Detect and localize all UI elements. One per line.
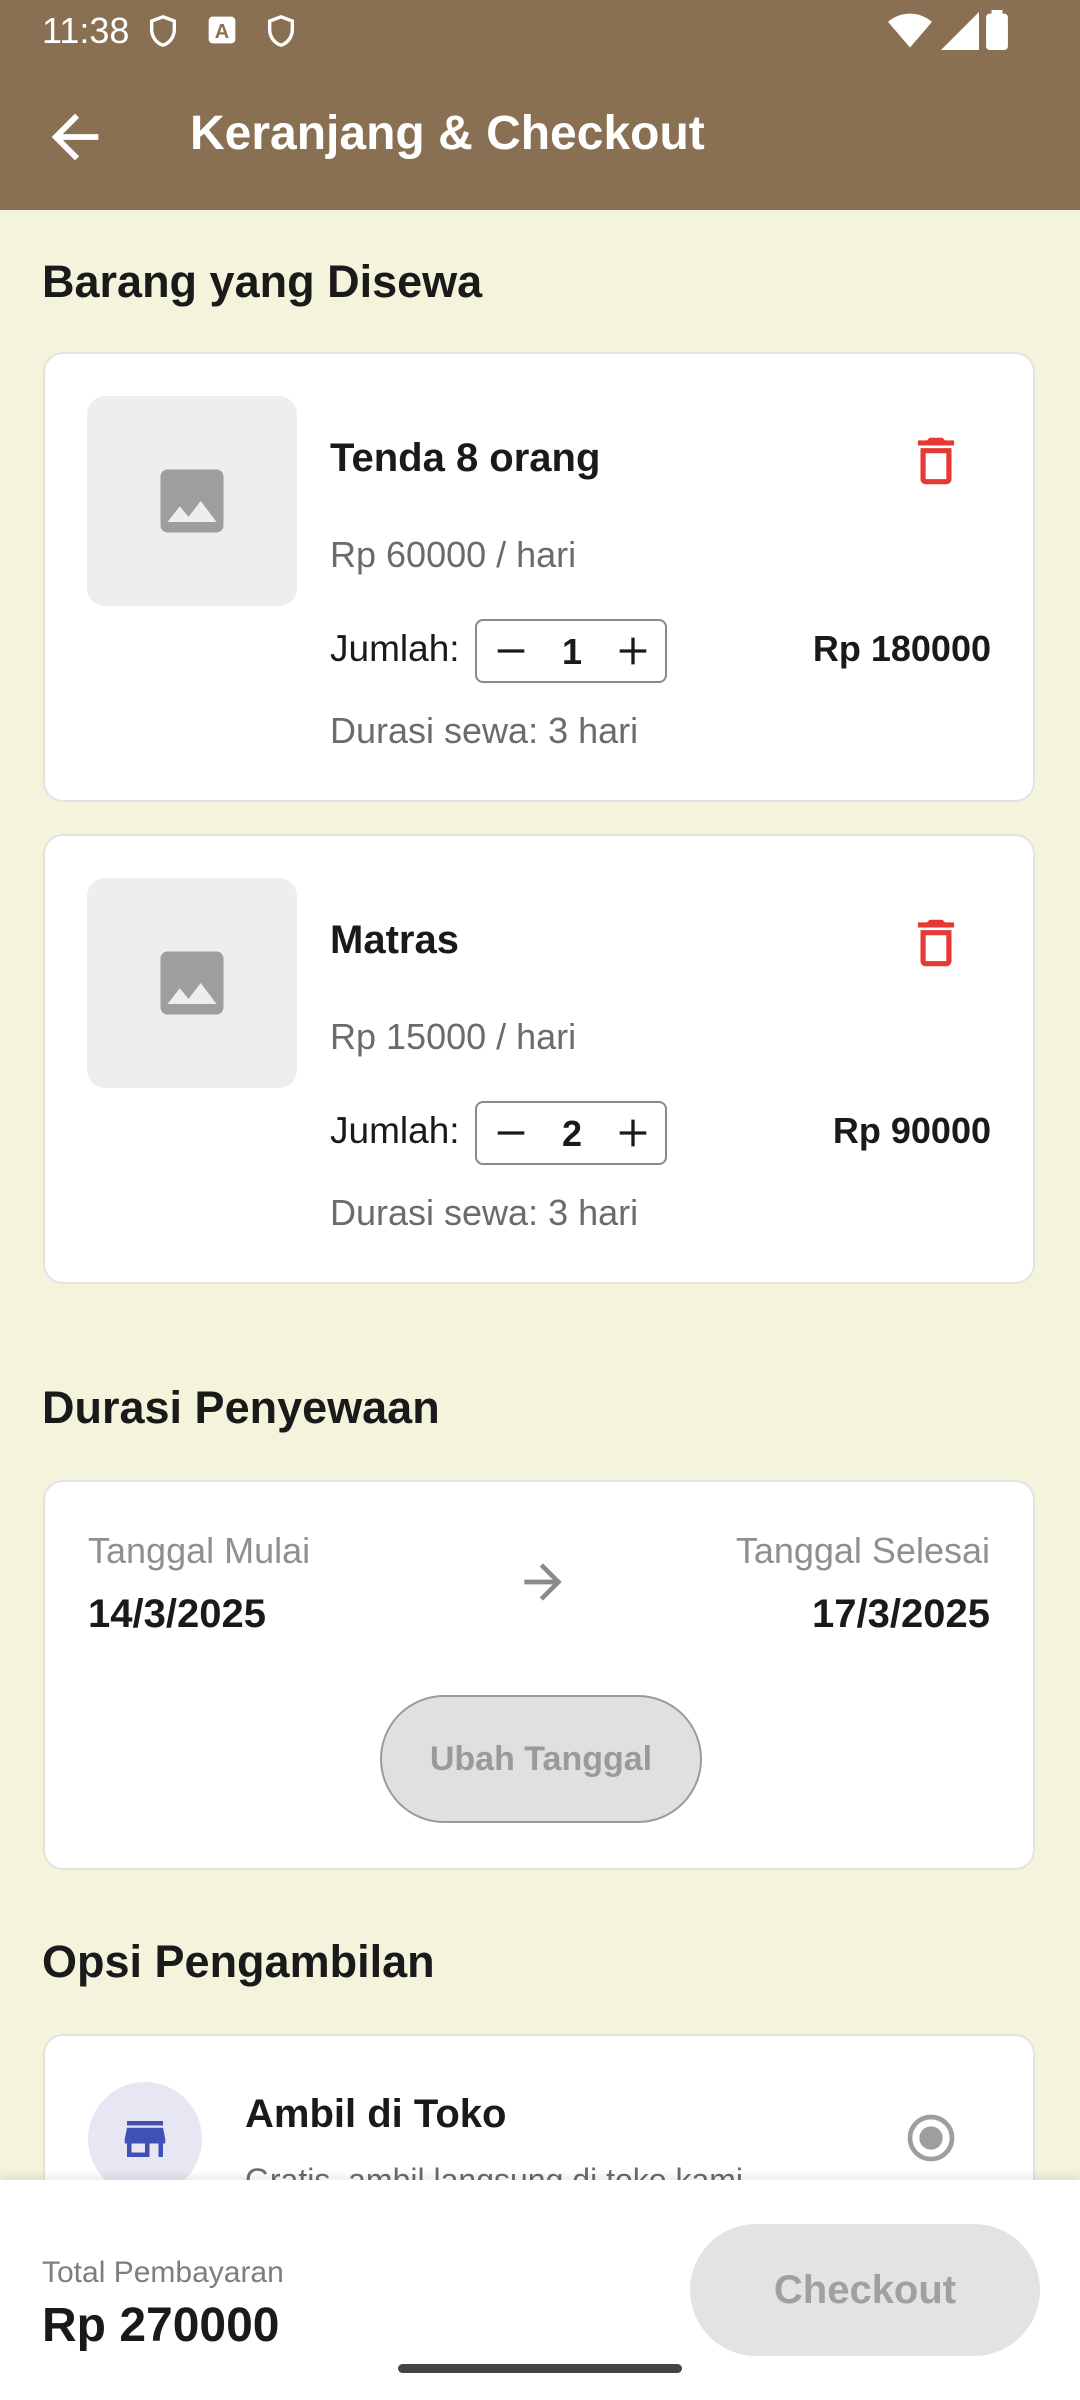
quantity-value: 2 (561, 1113, 583, 1154)
status-bar: 11:38 A (0, 0, 1080, 62)
minus-icon[interactable] (491, 1113, 531, 1153)
a-badge-icon: A (208, 16, 236, 44)
cart-item-card: Matras Rp 15000 / hari Jumlah: 2 Rp 9000… (43, 834, 1035, 1284)
item-image-placeholder (87, 878, 297, 1088)
radio-selected-icon[interactable] (903, 2110, 959, 2166)
wifi-icon (888, 13, 932, 48)
image-icon (160, 469, 224, 533)
item-name: Matras (330, 918, 459, 962)
quantity-stepper: 1 (475, 619, 667, 683)
cart-item-card: Tenda 8 orang Rp 60000 / hari Jumlah: 1 … (43, 352, 1035, 802)
items-section-title: Barang yang Disewa (42, 256, 483, 307)
quantity-value: 1 (561, 631, 583, 672)
item-duration: Durasi sewa: 3 hari (330, 710, 639, 751)
gesture-bar (398, 2364, 682, 2373)
end-date-label: Tanggal Selesai (735, 1530, 990, 1571)
page-title: Keranjang & Checkout (190, 107, 705, 160)
plus-icon[interactable] (613, 631, 653, 671)
store-icon-circle (88, 2082, 202, 2196)
start-date-value: 14/3/2025 (88, 1592, 266, 1636)
store-icon (124, 2121, 166, 2157)
total-label: Total Pembayaran (42, 2256, 284, 2289)
pickup-option-title: Ambil di Toko (245, 2092, 507, 2136)
image-icon (160, 951, 224, 1015)
signal-icon (941, 12, 979, 50)
start-date-label: Tanggal Mulai (88, 1530, 311, 1571)
delete-icon[interactable] (905, 430, 967, 492)
shield-outline-icon (267, 15, 295, 47)
pickup-section-title: Opsi Pengambilan (42, 1936, 435, 1987)
delete-icon[interactable] (905, 912, 967, 974)
app-bar: Keranjang & Checkout (0, 62, 1080, 210)
back-arrow-icon[interactable] (40, 102, 110, 172)
checkout-button[interactable]: Checkout (690, 2224, 1040, 2356)
item-price: Rp 60000 / hari (330, 534, 577, 575)
plus-icon[interactable] (613, 1113, 653, 1153)
total-value: Rp 270000 (42, 2299, 280, 2352)
end-date-value: 17/3/2025 (812, 1592, 990, 1636)
item-price: Rp 15000 / hari (330, 1016, 577, 1057)
status-time: 11:38 (42, 10, 130, 51)
item-image-placeholder (87, 396, 297, 606)
quantity-stepper: 2 (475, 1101, 667, 1165)
item-duration: Durasi sewa: 3 hari (330, 1192, 639, 1233)
quantity-label: Jumlah: (330, 1110, 460, 1151)
quantity-label: Jumlah: (330, 628, 460, 669)
item-subtotal: Rp 90000 (832, 1110, 991, 1151)
battery-icon (986, 10, 1008, 50)
minus-icon[interactable] (491, 631, 531, 671)
item-subtotal: Rp 180000 (812, 628, 991, 669)
duration-section-title: Durasi Penyewaan (42, 1382, 440, 1433)
shield-icon (149, 15, 177, 47)
rental-duration-card: Tanggal Mulai 14/3/2025 Tanggal Selesai … (43, 1480, 1035, 1870)
svg-text:A: A (215, 21, 229, 43)
arrow-right-icon (524, 1563, 562, 1601)
change-date-button[interactable]: Ubah Tanggal (380, 1695, 702, 1823)
item-name: Tenda 8 orang (330, 436, 601, 480)
